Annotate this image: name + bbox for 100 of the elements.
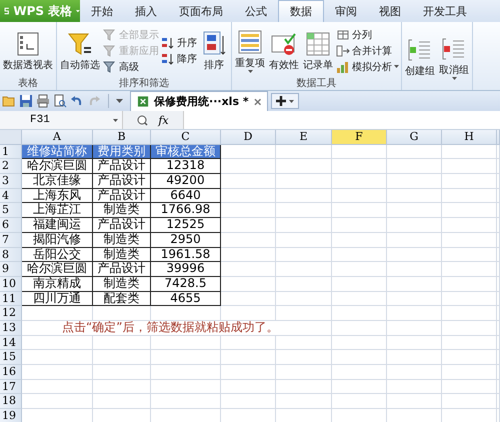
table-cell: 产品设计 — [93, 218, 151, 233]
row-header[interactable]: 14 — [0, 336, 22, 350]
table-cell: 12525 — [151, 218, 221, 233]
table-cell — [387, 306, 442, 321]
ribbon-button[interactable]: 自动筛选 — [59, 30, 101, 72]
ribbon-button[interactable]: 升序 — [161, 34, 197, 50]
row-header[interactable]: 12 — [0, 306, 22, 321]
close-icon[interactable] — [254, 98, 261, 106]
table-cell — [442, 203, 497, 218]
column-header[interactable]: F — [332, 130, 387, 145]
column-header[interactable]: H — [442, 130, 497, 145]
table-cell: 制造类 — [93, 203, 151, 218]
ribbon-button[interactable]: 数据透视表 — [2, 30, 54, 72]
table-cell — [332, 365, 387, 380]
table-cell — [332, 232, 387, 248]
printer-icon[interactable] — [36, 94, 50, 108]
ribbon-tab[interactable]: 页面布局 — [168, 0, 234, 22]
table-cell — [442, 248, 497, 262]
table-cell — [442, 276, 497, 292]
ribbon-tab[interactable]: 开发工具 — [412, 0, 478, 22]
table-cell — [93, 365, 151, 380]
name-box[interactable]: F31 — [0, 111, 123, 129]
row-header[interactable]: 15 — [0, 350, 22, 365]
table-cell: 7428.5 — [151, 276, 221, 292]
column-header[interactable]: E — [276, 130, 332, 145]
table-cell: 2950 — [151, 232, 221, 248]
column-header[interactable]: B — [93, 130, 151, 145]
table-cell — [276, 365, 332, 380]
ribbon-button[interactable]: 合并计算 — [336, 42, 399, 58]
undo-icon[interactable] — [70, 94, 84, 108]
ribbon-button[interactable]: 排序 — [199, 30, 229, 72]
ribbon-button[interactable]: 高级 — [103, 58, 159, 74]
row-header[interactable]: 5 — [0, 203, 22, 218]
ribbon-button[interactable]: 记录单 — [302, 30, 334, 72]
ribbon-button[interactable]: 创建组 — [404, 36, 436, 78]
table-cell: 制造类 — [93, 276, 151, 292]
zoom-icon[interactable] — [137, 114, 148, 126]
row-header[interactable]: 10 — [0, 276, 22, 292]
row-header[interactable]: 2 — [0, 159, 22, 174]
ribbon-tab[interactable]: 视图 — [368, 0, 412, 22]
ribbon-tab[interactable]: 插入 — [124, 0, 168, 22]
table-cell — [442, 188, 497, 204]
table-cell — [22, 380, 93, 394]
table-cell — [22, 365, 93, 380]
ribbon-button[interactable]: 有效性 — [268, 30, 300, 72]
row-header[interactable]: 11 — [0, 292, 22, 306]
ribbon-tab[interactable]: 数据 — [278, 0, 324, 22]
ribbon-button[interactable]: 模拟分析 — [336, 58, 399, 74]
table-cell: 1766.98 — [151, 203, 221, 218]
table-cell — [151, 350, 221, 365]
save-icon[interactable] — [19, 94, 33, 108]
row-header[interactable]: 1 — [0, 144, 22, 160]
funnel-icon — [103, 28, 117, 42]
table-cell — [332, 203, 387, 218]
logo-icon — [4, 5, 10, 17]
row-header[interactable]: 17 — [0, 380, 22, 394]
table-cell: 揭阳汽修 — [22, 232, 93, 248]
caret-icon[interactable] — [116, 98, 123, 104]
ribbon-tab[interactable]: 审阅 — [324, 0, 368, 22]
row-header[interactable]: 8 — [0, 248, 22, 262]
column-header[interactable]: A — [22, 130, 93, 145]
table-cell: 产品设计 — [93, 188, 151, 204]
form-icon — [304, 30, 332, 58]
table-cell — [221, 218, 276, 233]
spreadsheet-icon — [137, 95, 150, 108]
ribbon-button[interactable]: 降序 — [161, 50, 197, 66]
function-button[interactable]: fx — [158, 114, 169, 126]
row-header[interactable]: 4 — [0, 188, 22, 204]
table-cell — [221, 350, 276, 365]
row-header[interactable]: 9 — [0, 262, 22, 277]
folder-icon[interactable] — [2, 94, 16, 108]
row-header[interactable]: 18 — [0, 394, 22, 410]
ribbon-tab[interactable]: 公式 — [234, 0, 278, 22]
row-header[interactable]: 7 — [0, 232, 22, 248]
column-header[interactable]: D — [221, 130, 276, 145]
table-cell — [387, 394, 442, 410]
row-header[interactable]: 13 — [0, 320, 22, 336]
row-header[interactable]: 3 — [0, 174, 22, 189]
column-header[interactable]: G — [387, 130, 442, 145]
ribbon-button[interactable]: 取消组 — [438, 34, 470, 80]
table-cell — [22, 306, 93, 321]
table-cell — [22, 350, 93, 365]
row-header[interactable]: 16 — [0, 365, 22, 380]
document-tab[interactable]: 保修费用统···xls * — [130, 91, 268, 111]
table-cell — [221, 174, 276, 189]
ribbon-tab[interactable]: 开始 — [80, 0, 124, 22]
table-cell — [332, 306, 387, 321]
table-cell — [221, 394, 276, 410]
table-cell — [276, 232, 332, 248]
ribbon-button[interactable]: 重复项 — [234, 28, 266, 73]
table-cell — [387, 292, 442, 306]
row-header[interactable]: 19 — [0, 409, 22, 422]
table-cell — [276, 350, 332, 365]
column-header[interactable]: C — [151, 130, 221, 145]
table-cell: 产品设计 — [93, 174, 151, 189]
merge-icon — [336, 44, 350, 58]
ribbon-button[interactable]: 分列 — [336, 26, 399, 42]
print-preview-icon[interactable] — [53, 94, 67, 108]
new-tab-button[interactable] — [271, 93, 299, 109]
row-header[interactable]: 6 — [0, 218, 22, 233]
